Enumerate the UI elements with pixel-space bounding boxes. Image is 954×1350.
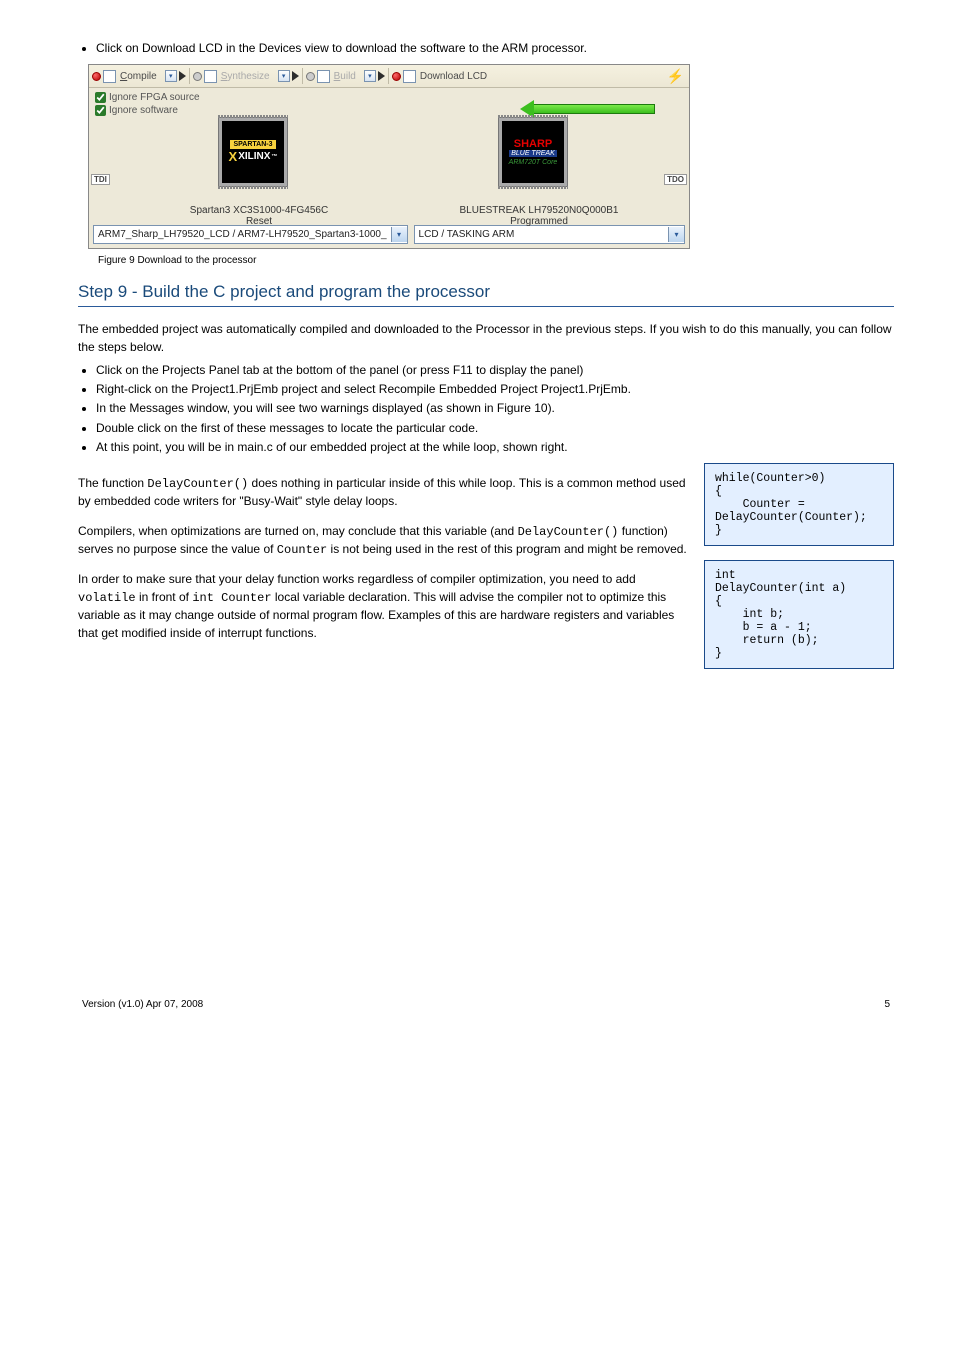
list-item: At this point, you will be in main.c of … bbox=[96, 439, 894, 455]
fpga-status-label: Reset bbox=[159, 216, 359, 227]
section-intro: The embedded project was automatically c… bbox=[78, 321, 894, 356]
chevron-down-icon[interactable]: ▾ bbox=[391, 227, 407, 242]
list-item: Double click on the first of these messa… bbox=[96, 420, 894, 436]
paragraph: In order to make sure that your delay fu… bbox=[78, 571, 690, 642]
chevron-down-icon[interactable]: ▾ bbox=[668, 227, 684, 242]
download-arrow-icon bbox=[533, 104, 655, 114]
devices-view-screenshot: CCompileompile ▾ Synthesize ▾ Build bbox=[88, 64, 894, 266]
ignore-fpga-checkbox[interactable]: Ignore FPGA source bbox=[95, 92, 200, 103]
sharp-logo: SHARP bbox=[514, 138, 553, 150]
synth-run-icon[interactable] bbox=[292, 71, 299, 81]
compile-dropdown[interactable]: ▾ bbox=[165, 70, 177, 82]
build-button[interactable]: Build bbox=[332, 71, 358, 82]
footer-page-number: 5 bbox=[884, 999, 890, 1010]
sheet-icon bbox=[103, 70, 116, 83]
fpga-part-label: Spartan3 XC3S1000-4FG456C bbox=[159, 205, 359, 216]
tdi-label: TDI bbox=[91, 174, 110, 185]
bluestreak-badge: BLUE TREAK bbox=[509, 150, 557, 157]
download-status-led bbox=[392, 72, 401, 81]
toolbar: CCompileompile ▾ Synthesize ▾ Build bbox=[89, 65, 689, 88]
sheet-icon bbox=[403, 70, 416, 83]
tdo-label: TDO bbox=[664, 174, 687, 185]
compile-status-led bbox=[92, 72, 101, 81]
build-run-icon[interactable] bbox=[378, 71, 385, 81]
list-item: Right-click on the Project1.PrjEmb proje… bbox=[96, 381, 894, 397]
step-bullets: Click on the Projects Panel tab at the b… bbox=[78, 362, 894, 455]
synth-dropdown[interactable]: ▾ bbox=[278, 70, 290, 82]
lightning-icon[interactable]: ⚡ bbox=[667, 68, 686, 85]
paragraph: The function DelayCounter() does nothing… bbox=[78, 475, 690, 511]
build-dropdown[interactable]: ▾ bbox=[364, 70, 376, 82]
footer-version: Version (v1.0) Apr 07, 2008 bbox=[82, 999, 203, 1010]
code-snippet-while: while(Counter>0) { Counter = DelayCounte… bbox=[704, 463, 894, 546]
ignore-software-checkbox[interactable]: Ignore software bbox=[95, 105, 200, 116]
spartan-badge: SPARTAN-3 bbox=[230, 140, 275, 149]
compile-run-icon[interactable] bbox=[179, 71, 186, 81]
bullet-download-step: Click on Download LCD in the Devices vie… bbox=[96, 40, 894, 56]
list-item: In the Messages window, you will see two… bbox=[96, 400, 894, 416]
download-button[interactable]: Download LCD bbox=[418, 71, 489, 82]
processor-part-label: BLUESTREAK LH79520N0Q000B1 bbox=[439, 205, 639, 216]
compile-button[interactable]: CCompileompile bbox=[118, 71, 159, 82]
project-config-combo[interactable]: ARM7_Sharp_LH79520_LCD / ARM7-LH79520_Sp… bbox=[93, 225, 408, 244]
code-snippet-delaycounter: int DelayCounter(int a) { int b; b = a -… bbox=[704, 560, 894, 669]
synthesize-button[interactable]: Synthesize bbox=[219, 71, 272, 82]
processor-status-label: Programmed bbox=[439, 216, 639, 227]
sheet-icon bbox=[204, 70, 217, 83]
fpga-chip[interactable]: SPARTAN-3 XXILINX™ bbox=[217, 118, 289, 186]
paragraph: Compilers, when optimizations are turned… bbox=[78, 523, 690, 560]
section-heading: Step 9 - Build the C project and program… bbox=[78, 282, 894, 302]
figure-caption: Figure 9 Download to the processor bbox=[98, 255, 894, 266]
build-status-led bbox=[306, 72, 315, 81]
processor-chip[interactable]: SHARP BLUE TREAK ARM720T Core bbox=[497, 118, 569, 186]
synth-status-led bbox=[193, 72, 202, 81]
toolchain-combo[interactable]: LCD / TASKING ARM ▾ bbox=[414, 225, 685, 244]
arm-core-label: ARM720T Core bbox=[509, 159, 558, 166]
list-item: Click on the Projects Panel tab at the b… bbox=[96, 362, 894, 378]
sheet-icon bbox=[317, 70, 330, 83]
section-divider bbox=[78, 306, 894, 307]
xilinx-logo: XXILINX™ bbox=[229, 149, 278, 164]
